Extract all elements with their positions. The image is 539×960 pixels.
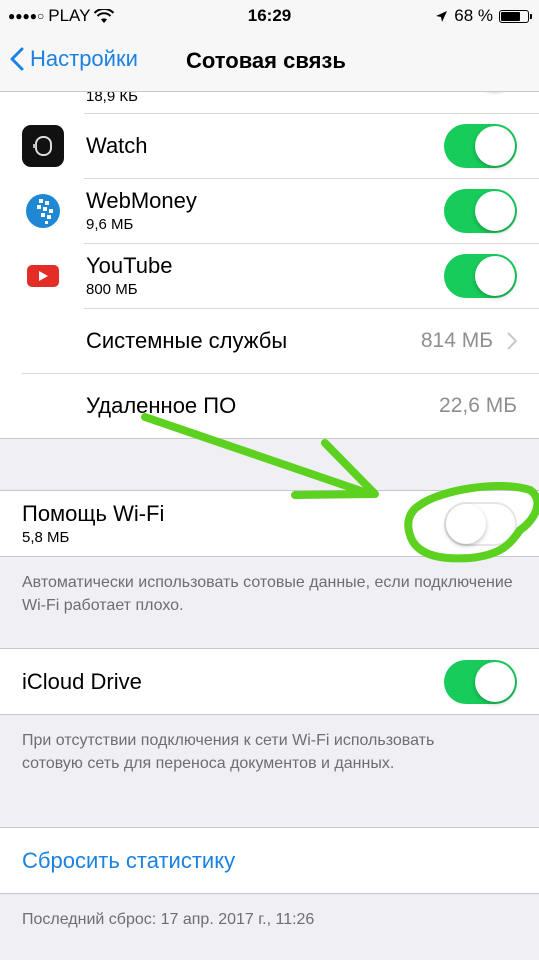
app-usage: 9,6 МБ (86, 216, 134, 233)
location-arrow-icon (436, 10, 448, 22)
icloud-drive-toggle[interactable] (444, 659, 517, 704)
youtube-icon (22, 254, 64, 297)
app-usage: 800 МБ (86, 281, 138, 298)
app-name: YouTube (86, 253, 173, 278)
reset-group: Сбросить статистику (0, 827, 539, 894)
system-services-row[interactable]: Системные службы 814 МБ (0, 308, 539, 373)
icloud-drive-row: iCloud Drive (0, 649, 539, 714)
chevron-right-icon (507, 331, 517, 350)
wifi-assist-footer: Автоматически использовать сотовые данны… (22, 574, 513, 614)
wifi-assist-label: Помощь Wi-Fi (22, 501, 165, 526)
app-row-youtube: YouTube 800 МБ (0, 243, 539, 308)
wifi-assist-toggle[interactable] (444, 501, 517, 546)
navigation-bar: Настройки Сотовая связь (0, 32, 539, 92)
app-name: WebMoney (86, 188, 197, 213)
battery-percent: 68 % (454, 6, 493, 25)
app-row-webmoney: WebMoney 9,6 МБ (0, 178, 539, 243)
watch-icon (22, 124, 64, 167)
status-bar: ●●●●○ PLAY 16:29 68 % (0, 0, 539, 32)
removed-apps-row: Удаленное ПО 22,6 МБ (0, 373, 539, 438)
last-reset-label: Последний сброс: 17 апр. 2017 г., 11:26 (22, 911, 315, 928)
removed-apps-label: Удаленное ПО (86, 392, 237, 418)
back-button[interactable]: Настройки (10, 46, 138, 72)
app-toggle-youtube[interactable] (444, 253, 517, 298)
battery-icon (499, 9, 532, 23)
wifi-assist-row: Помощь Wi-Fi 5,8 МБ (0, 491, 539, 556)
webmoney-icon (22, 189, 64, 232)
icloud-group: iCloud Drive (0, 648, 539, 715)
app-toggle-webmoney[interactable] (444, 188, 517, 233)
wifi-assist-usage: 5,8 МБ (22, 529, 70, 546)
apps-group: 18,9 КБ Watch WebMoney 9,6 МБ YouTube 80… (0, 48, 539, 439)
chevron-left-icon (10, 47, 24, 71)
settings-list[interactable]: 18,9 КБ Watch WebMoney 9,6 МБ YouTube 80… (0, 48, 539, 931)
app-toggle-watch[interactable] (444, 123, 517, 168)
system-services-label: Системные службы (86, 327, 288, 353)
wifi-assist-group: Помощь Wi-Fi 5,8 МБ (0, 490, 539, 557)
icloud-drive-label: iCloud Drive (22, 668, 142, 694)
removed-apps-value: 22,6 МБ (439, 393, 517, 417)
app-name: Watch (86, 132, 148, 158)
back-button-label: Настройки (30, 46, 138, 71)
icloud-drive-footer: При отсутствии подключения к сети Wi-Fi … (22, 732, 435, 772)
app-row-watch: Watch (0, 113, 539, 178)
system-services-value: 814 МБ (420, 328, 493, 352)
page-title: Сотовая связь (186, 48, 346, 73)
reset-statistics-button[interactable]: Сбросить статистику (0, 828, 539, 893)
